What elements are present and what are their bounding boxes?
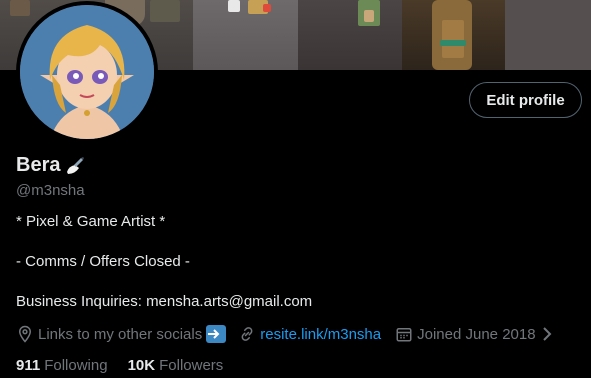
bio-line: Business Inquiries: mensha.arts@gmail.co… — [16, 293, 313, 310]
bio-line: * Pixel & Game Artist * — [16, 213, 166, 230]
followers-count: 10K — [127, 357, 156, 374]
website-item[interactable]: resite.link/m3nsha — [238, 325, 381, 343]
banner-panel — [193, 0, 298, 70]
website-link[interactable]: resite.link/m3nsha — [260, 326, 381, 343]
banner-panel — [298, 0, 402, 70]
location-pin-icon — [18, 325, 32, 343]
avatar[interactable] — [16, 1, 158, 143]
following-count: 911 — [16, 357, 41, 374]
banner-panel — [505, 0, 591, 70]
avatar-image — [20, 5, 154, 139]
following-label: Following — [44, 357, 108, 374]
followers-label: Followers — [159, 357, 224, 374]
location-text: Links to my other socials — [38, 325, 203, 343]
link-icon — [241, 327, 253, 341]
chevron-right-icon[interactable] — [540, 326, 554, 342]
joined-item: Joined June 2018 — [395, 325, 557, 343]
profile-name: Bera — [16, 154, 61, 176]
profile-stats: 911 Following 10K Followers — [16, 357, 243, 374]
bio-line: - Comms / Offers Closed - — [16, 253, 190, 270]
followers-link[interactable]: 10K Followers — [128, 357, 224, 374]
edit-profile-button[interactable]: Edit profile — [469, 82, 582, 118]
following-link[interactable]: 911 Following — [16, 357, 108, 374]
profile-meta: Links to my other socials resite.link/m3… — [16, 325, 558, 343]
display-name: Bera — [16, 154, 85, 177]
right-arrow-icon — [206, 325, 227, 343]
banner-panel — [402, 0, 505, 70]
profile-handle: @m3nsha — [16, 182, 85, 199]
location-item: Links to my other socials — [16, 325, 238, 343]
calendar-icon — [396, 328, 412, 342]
joined-text: Joined June 2018 — [417, 325, 536, 343]
writing-hand-icon — [67, 156, 85, 174]
